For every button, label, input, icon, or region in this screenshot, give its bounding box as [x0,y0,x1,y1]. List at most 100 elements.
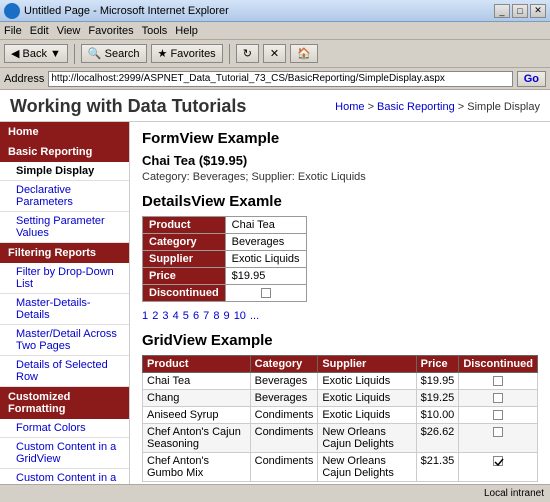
pager-link-9[interactable]: 9 [224,310,230,322]
grid-cell-discontinued [459,390,538,407]
sidebar-item-custom-content-detailsview[interactable]: Custom Content in a DetailsView [0,469,129,484]
breadcrumb-section[interactable]: Basic Reporting [377,101,455,113]
back-button[interactable]: ◀ Back ▼ [4,44,68,63]
page-header: Working with Data Tutorials Home > Basic… [0,90,550,122]
go-button[interactable]: Go [517,71,546,87]
grid-cell-discontinued [459,453,538,482]
discontinued-checkbox [493,376,503,386]
details-table: Product Chai Tea Category Beverages Supp… [142,216,307,302]
page-title: Working with Data Tutorials [10,96,246,117]
address-input[interactable] [48,71,512,87]
grid-cell-price: $19.25 [416,390,459,407]
discontinued-checkbox-checked [493,456,503,466]
grid-header-row: Product Category Supplier Price Disconti… [143,356,538,373]
grid-cell-product: Chef Anton's Gumbo Mix [143,453,251,482]
toolbar-separator-2 [229,44,230,64]
pager-link-8[interactable]: 8 [213,310,219,322]
breadcrumb-sep2: > [458,101,467,113]
menu-file[interactable]: File [4,25,22,37]
details-value-discontinued [225,285,306,302]
details-row-category: Category Beverages [143,234,307,251]
details-row-discontinued: Discontinued [143,285,307,302]
grid-cell-product: Chai Tea [143,373,251,390]
table-row: Chef Anton's Gumbo Mix Condiments New Or… [143,453,538,482]
pager-link-more[interactable]: ... [250,310,259,322]
grid-col-product: Product [143,356,251,373]
grid-cell-category: Condiments [250,424,318,453]
details-row-price: Price $19.95 [143,268,307,285]
pager-link-5[interactable]: 5 [183,310,189,322]
sidebar-item-custom-content-gridview[interactable]: Custom Content in a GridView [0,438,129,469]
sidebar-item-details-selected-row[interactable]: Details of Selected Row [0,356,129,387]
grid-cell-supplier: Exotic Liquids [318,390,416,407]
menu-favorites[interactable]: Favorites [88,25,133,37]
pager-link-10[interactable]: 10 [234,310,246,322]
table-row: Chef Anton's Cajun Seasoning Condiments … [143,424,538,453]
pager-link-4[interactable]: 4 [173,310,179,322]
pager-link-7[interactable]: 7 [203,310,209,322]
grid-col-discontinued: Discontinued [459,356,538,373]
menu-edit[interactable]: Edit [30,25,49,37]
sidebar-group-home[interactable]: Home [0,122,129,142]
pager-link-6[interactable]: 6 [193,310,199,322]
breadcrumb-home[interactable]: Home [335,101,364,113]
formview-section-title: FormView Example [142,130,538,147]
grid-table: Product Category Supplier Price Disconti… [142,355,538,482]
sidebar-item-master-detail-two-pages[interactable]: Master/Detail Across Two Pages [0,325,129,356]
grid-cell-category: Condiments [250,407,318,424]
details-row-product: Product Chai Tea [143,217,307,234]
sidebar-item-setting-parameter-values[interactable]: Setting Parameter Values [0,212,129,243]
minimize-button[interactable]: _ [494,4,510,18]
grid-col-supplier: Supplier [318,356,416,373]
sidebar-item-declarative-parameters[interactable]: Declarative Parameters [0,181,129,212]
details-label-discontinued: Discontinued [143,285,226,302]
breadcrumb-current: Simple Display [467,101,540,113]
discontinued-checkbox [493,393,503,403]
sidebar-item-filter-dropdown[interactable]: Filter by Drop-Down List [0,263,129,294]
toolbar: ◀ Back ▼ 🔍 Search ★ Favorites ↻ ✕ 🏠 [0,40,550,68]
close-button[interactable]: ✕ [530,4,546,18]
main-content: FormView Example Chai Tea ($19.95) Categ… [130,122,550,484]
sidebar-item-master-details[interactable]: Master-Details-Details [0,294,129,325]
gridview-section-title: GridView Example [142,332,538,349]
grid-cell-supplier: New Orleans Cajun Delights [318,424,416,453]
grid-cell-discontinued [459,424,538,453]
grid-cell-discontinued [459,373,538,390]
details-label-category: Category [143,234,226,251]
title-bar: Untitled Page - Microsoft Internet Explo… [0,0,550,22]
refresh-button[interactable]: ↻ [236,44,259,63]
maximize-button[interactable]: □ [512,4,528,18]
grid-cell-category: Condiments [250,453,318,482]
status-text: Local intranet [484,488,544,499]
address-label: Address [4,73,44,85]
favorites-button[interactable]: ★ Favorites [151,44,223,63]
grid-cell-discontinued [459,407,538,424]
grid-cell-supplier: New Orleans Cajun Delights [318,453,416,482]
grid-cell-supplier: Exotic Liquids [318,407,416,424]
sidebar-group-filtering-reports[interactable]: Filtering Reports [0,243,129,263]
details-label-supplier: Supplier [143,251,226,268]
home-button[interactable]: 🏠 [290,44,318,63]
menu-view[interactable]: View [57,25,81,37]
pager-link-3[interactable]: 3 [162,310,168,322]
menu-tools[interactable]: Tools [142,25,168,37]
details-row-supplier: Supplier Exotic Liquids [143,251,307,268]
sidebar-item-simple-display[interactable]: Simple Display [0,162,129,181]
sidebar-group-basic-reporting[interactable]: Basic Reporting [0,142,129,162]
menu-help[interactable]: Help [175,25,198,37]
formview-product: Chai Tea ($19.95) [142,153,538,168]
window-controls[interactable]: _ □ ✕ [494,4,546,18]
details-value-product: Chai Tea [225,217,306,234]
pager-link-2[interactable]: 2 [152,310,158,322]
sidebar-group-customized-formatting[interactable]: Customized Formatting [0,387,129,419]
pager-link-1[interactable]: 1 [142,310,148,322]
search-button[interactable]: 🔍 Search [81,44,147,63]
grid-cell-product: Aniseed Syrup [143,407,251,424]
table-row: Aniseed Syrup Condiments Exotic Liquids … [143,407,538,424]
stop-button[interactable]: ✕ [263,44,286,63]
grid-cell-product: Chef Anton's Cajun Seasoning [143,424,251,453]
sidebar-item-format-colors[interactable]: Format Colors [0,419,129,438]
grid-cell-price: $19.95 [416,373,459,390]
page-content: Working with Data Tutorials Home > Basic… [0,90,550,484]
menu-bar: File Edit View Favorites Tools Help [0,22,550,40]
